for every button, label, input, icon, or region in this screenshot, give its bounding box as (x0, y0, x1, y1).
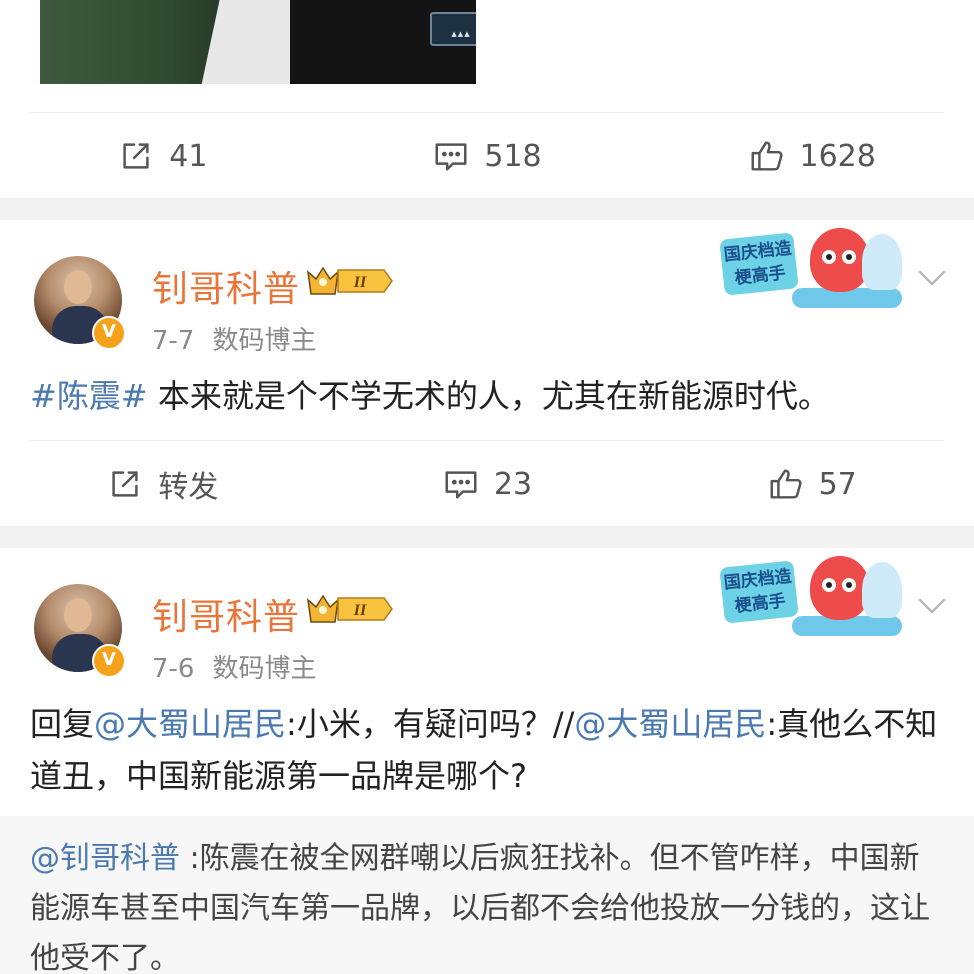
mascot-eye (822, 250, 836, 264)
event-badge[interactable]: 国庆档造梗高手 (719, 556, 912, 646)
post-date: 7-7 (152, 326, 195, 356)
avatar-head (64, 598, 92, 632)
mascot-eye (822, 578, 836, 592)
reply-prefix: 回复 (30, 705, 95, 743)
author-category: 数码博主 (212, 326, 317, 356)
thumbs-up-icon (751, 141, 783, 171)
ghost-icon (862, 562, 902, 618)
like-count: 57 (818, 466, 857, 502)
repost-count: 41 (169, 138, 208, 174)
comment-button[interactable]: 23 (325, 460, 650, 508)
avatar-head (64, 270, 92, 304)
repost-button[interactable]: 41 (0, 132, 325, 180)
chevron-down-icon[interactable] (914, 588, 950, 624)
mascot-icon (810, 228, 870, 292)
author-category: 数码博主 (212, 654, 317, 684)
vip-level: II (353, 274, 367, 291)
post-content: #陈震# 本来就是个不学无术的人，尤其在新能源时代。 (30, 370, 944, 422)
comment-button[interactable]: 518 (325, 132, 650, 180)
vip-crown-icon: II (306, 594, 393, 623)
divider (30, 440, 944, 441)
feed-separator (0, 526, 974, 548)
action-bar: 41 518 1628 (0, 132, 974, 180)
mention-link[interactable]: @大蜀山居民 (94, 705, 286, 743)
image-patch-detail: ▲▲▲ (430, 12, 476, 46)
topic-link[interactable]: #陈震# (30, 377, 148, 415)
top-post-card: ▲▲▲ 41 518 1628 (0, 0, 974, 198)
thumbs-up-icon (770, 469, 802, 499)
vip-crown-icon: II (306, 266, 393, 295)
repost-icon (123, 143, 149, 169)
ghost-icon (862, 234, 902, 290)
post-image[interactable]: ▲▲▲ (40, 0, 476, 84)
mascot-icon (810, 556, 870, 620)
event-badge-label: 国庆档造梗高手 (719, 232, 799, 296)
post-content: 回复@大蜀山居民:小米，有疑问吗？//@大蜀山居民:真他么不知道丑，中国新能源第… (30, 698, 944, 802)
mention-link[interactable]: @大蜀山居民 (574, 705, 766, 743)
comment-icon (445, 471, 477, 499)
verified-badge-icon: V (92, 644, 126, 678)
username[interactable]: 钊哥科普 (152, 588, 300, 640)
quoted-post[interactable]: @钊哥科普 :陈震在被全网群嘲以后疯狂找补。但不管咋样，中国新能源车甚至中国汽车… (0, 816, 974, 974)
weibo-feed: ▲▲▲ 41 518 1628 V 钊哥科普 II 7-7 数码博主 国庆档造梗… (0, 0, 974, 974)
chevron-down-icon[interactable] (914, 260, 950, 296)
post-meta: 7-6 数码博主 (152, 648, 316, 685)
post-date: 7-6 (152, 654, 195, 684)
comment-icon (435, 143, 467, 171)
post-card[interactable]: V 钊哥科普 II 7-7 数码博主 国庆档造梗高手 #陈震# 本来就是个不学无术… (0, 220, 974, 526)
quoted-author-link[interactable]: @钊哥科普 (30, 841, 180, 876)
reply-text: :小米，有疑问吗？// (286, 705, 575, 743)
like-button[interactable]: 57 (649, 460, 974, 508)
post-card[interactable]: V 钊哥科普 II 7-6 数码博主 国庆档造梗高手 回复@大蜀山居民:小米，有疑… (0, 548, 974, 974)
post-text: 本来就是个不学无术的人，尤其在新能源时代。 (147, 377, 830, 415)
mascot-eye (842, 250, 856, 264)
vip-level: II (353, 602, 367, 619)
feed-separator (0, 198, 974, 220)
repost-button[interactable]: 转发 (0, 460, 325, 508)
like-count: 1628 (799, 138, 876, 174)
divider (30, 112, 944, 113)
post-meta: 7-7 数码博主 (152, 320, 316, 357)
action-bar: 转发 23 57 (0, 460, 974, 508)
username[interactable]: 钊哥科普 (152, 260, 300, 312)
repost-icon (112, 471, 138, 497)
comment-count: 518 (484, 138, 542, 174)
comment-count: 23 (493, 466, 533, 502)
quoted-post-content: @钊哥科普 :陈震在被全网群嘲以后疯狂找补。但不管咋样，中国新能源车甚至中国汽车… (30, 834, 944, 974)
event-badge-label: 国庆档造梗高手 (719, 560, 799, 624)
event-badge[interactable]: 国庆档造梗高手 (719, 228, 912, 318)
like-button[interactable]: 1628 (649, 132, 974, 180)
verified-badge-icon: V (92, 316, 126, 350)
repost-label: 转发 (158, 470, 219, 505)
mascot-eye (842, 578, 856, 592)
